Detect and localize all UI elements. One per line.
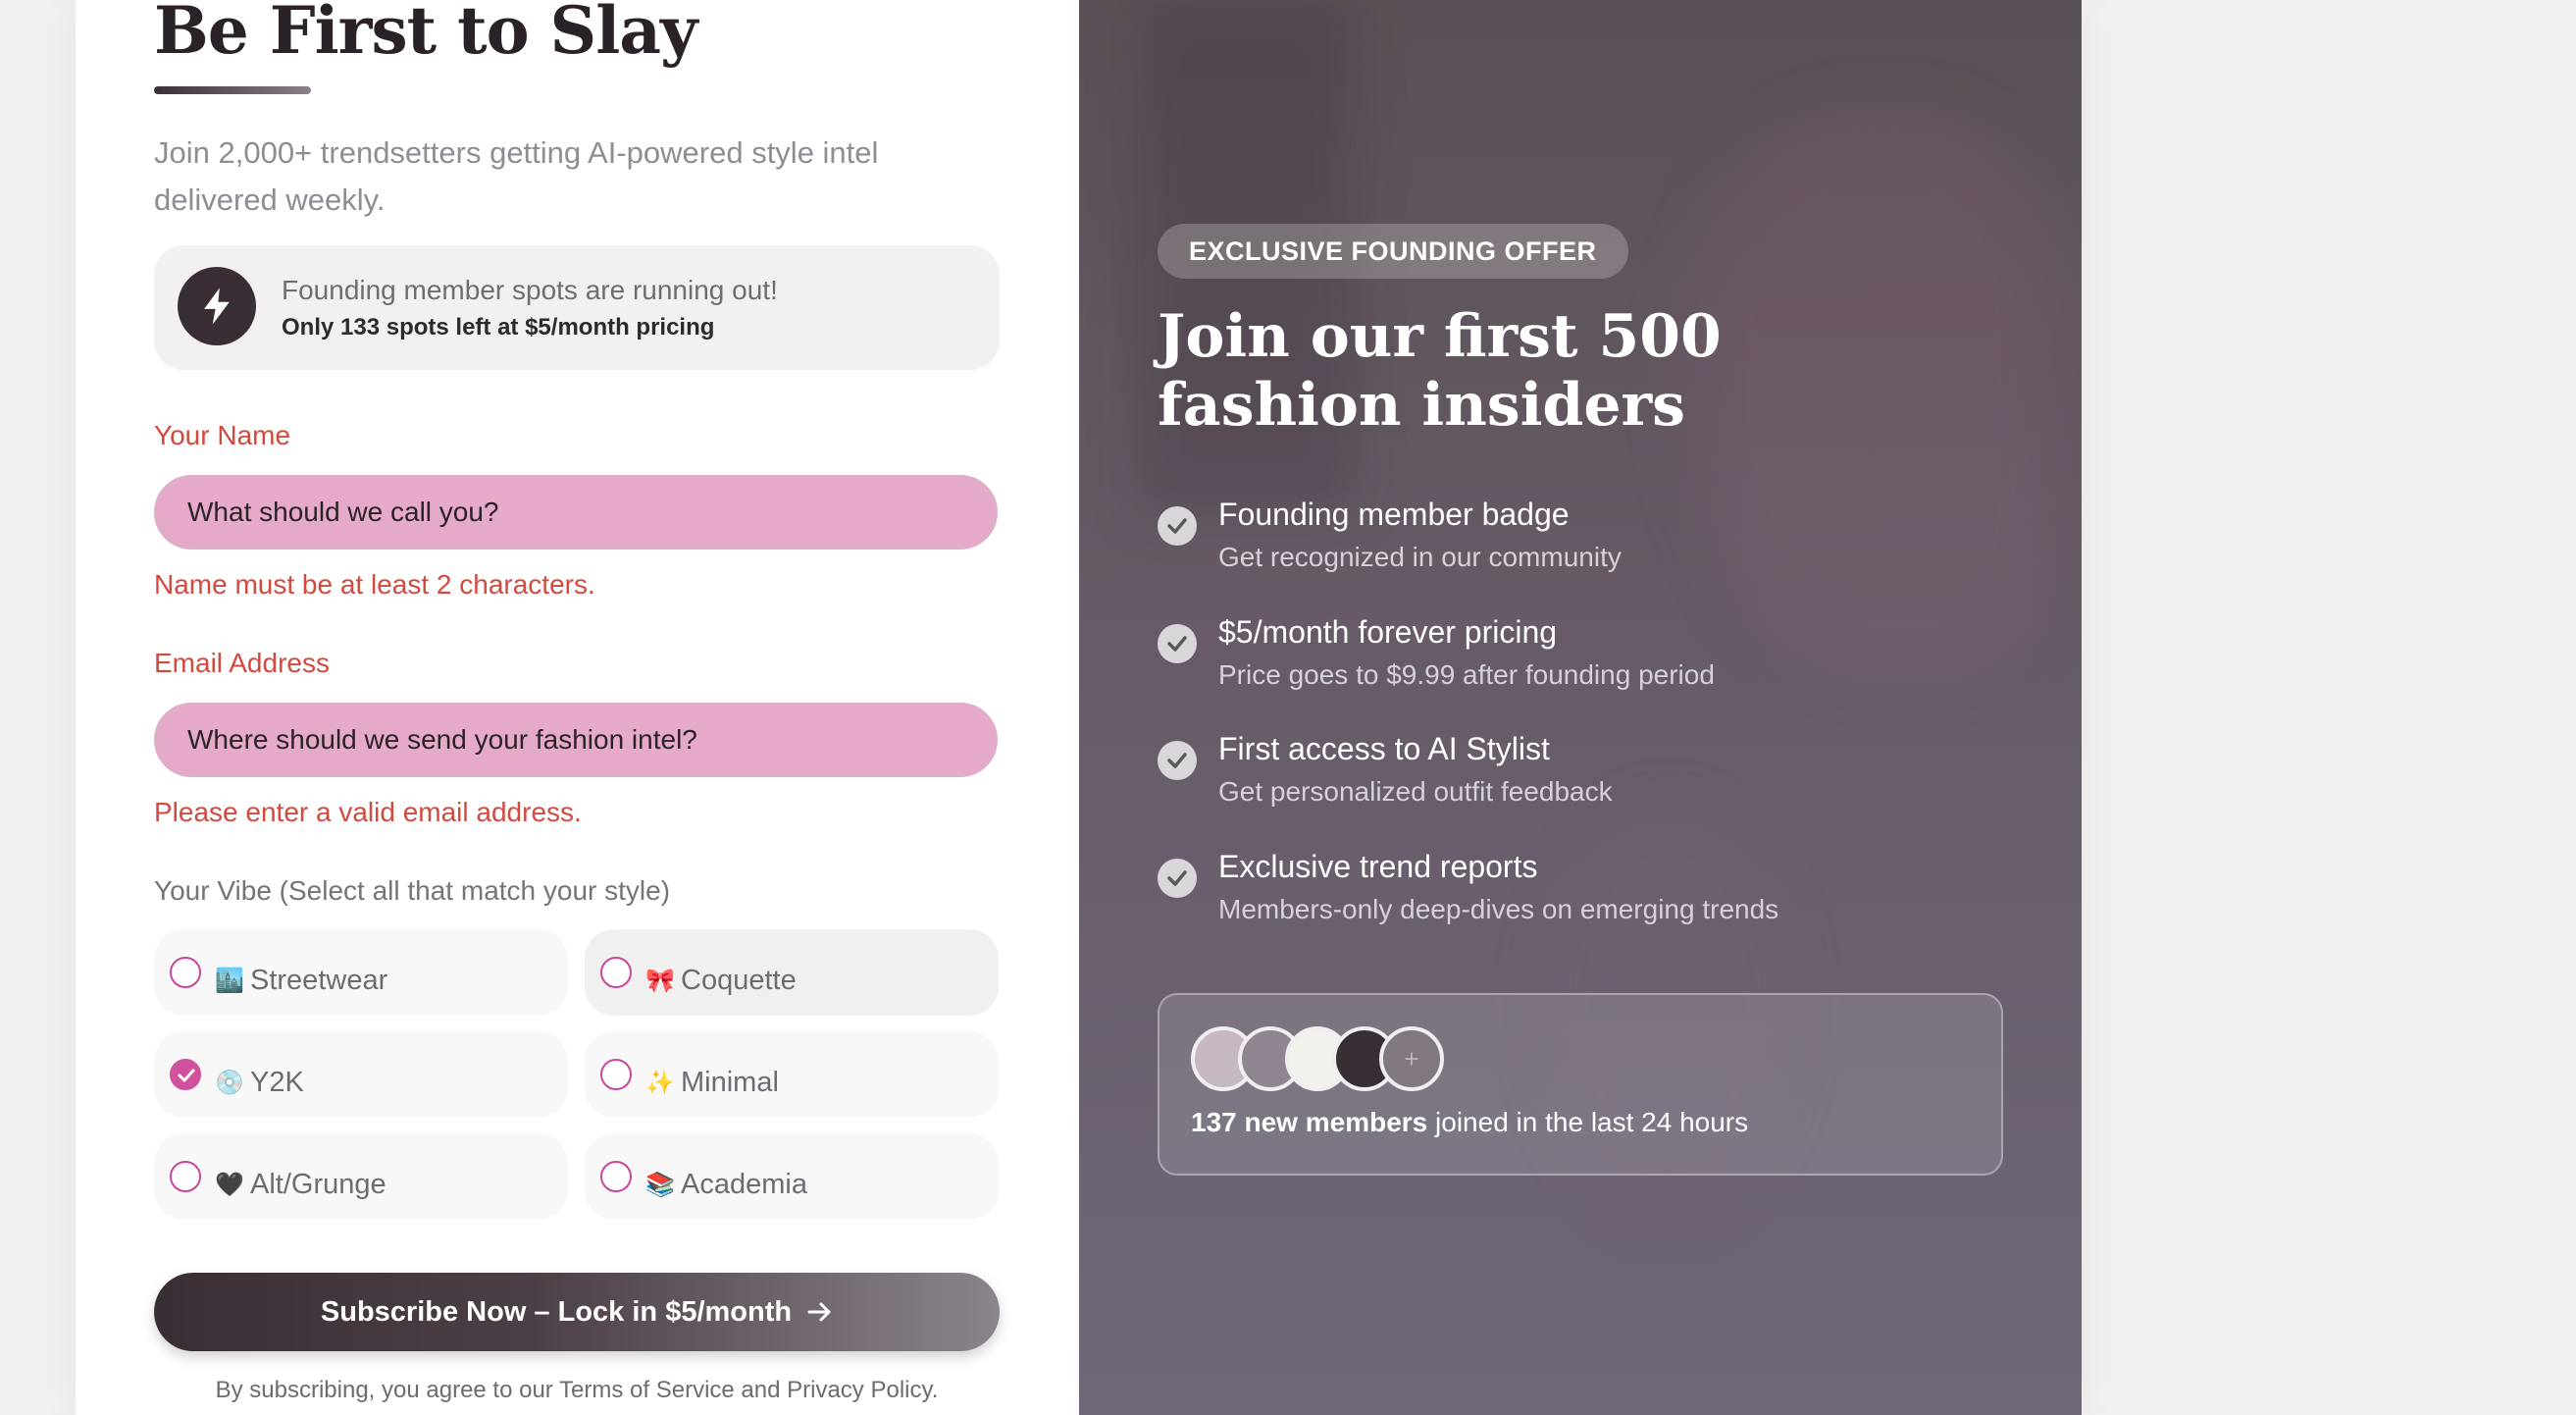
black-heart-icon: 🖤 [215, 1172, 244, 1198]
members-count: 137 new members [1191, 1107, 1428, 1137]
offer-badge: EXCLUSIVE FOUNDING OFFER [1158, 224, 1628, 279]
vibe-option-label: Minimal [681, 1067, 779, 1098]
vibe-checkbox[interactable] [600, 957, 632, 988]
offer-panel: EXCLUSIVE FOUNDING OFFER Join our first … [1079, 0, 2082, 1415]
vibe-checkbox[interactable] [600, 1059, 632, 1090]
alert-detail: Only 133 spots left at $5/month pricing [282, 314, 715, 341]
vibe-option-label: Alt/Grunge [250, 1169, 386, 1200]
benefit-description: Get personalized outfit feedback [1218, 776, 1613, 807]
benefit-description: Price goes to $9.99 after founding perio… [1218, 659, 1715, 690]
more-avatars-icon: + [1379, 1026, 1444, 1091]
name-error: Name must be at least 2 characters. [154, 569, 595, 600]
benefit-item: Founding member badge Get recognized in … [1158, 497, 2021, 595]
sparkles-icon: ✨ [645, 1070, 675, 1096]
email-label: Email Address [154, 648, 330, 678]
cityscape-icon: 🏙️ [215, 968, 244, 994]
check-icon [178, 1069, 195, 1082]
vibe-option-minimal[interactable]: ✨ Minimal [585, 1031, 999, 1118]
vibe-checkbox-checked[interactable] [170, 1059, 201, 1090]
lightning-icon [178, 267, 256, 345]
name-label: Your Name [154, 420, 291, 450]
benefit-description: Get recognized in our community [1218, 542, 1622, 572]
offer-headline: Join our first 500 fashion insiders [1158, 302, 1722, 440]
check-circle-icon [1158, 624, 1197, 663]
vibe-option-streetwear[interactable]: 🏙️ Streetwear [154, 929, 568, 1016]
members-joined-suffix: joined in the last 24 hours [1427, 1107, 1749, 1137]
terms-text: By subscribing, you agree to our Terms o… [215, 1377, 939, 1403]
vibe-option-coquette[interactable]: 🎀 Coquette [585, 929, 999, 1016]
vibe-checkbox[interactable] [600, 1161, 632, 1192]
name-input[interactable] [154, 475, 998, 550]
benefit-title: First access to AI Stylist [1218, 731, 1550, 766]
benefit-item: $5/month forever pricing Price goes to $… [1158, 614, 2021, 712]
email-error: Please enter a valid email address. [154, 797, 582, 827]
benefit-description: Members-only deep-dives on emerging tren… [1218, 894, 1779, 924]
check-circle-icon [1158, 859, 1197, 898]
benefit-title: Founding member badge [1218, 497, 1570, 532]
vibe-option-label: Coquette [681, 965, 797, 996]
benefit-item: Exclusive trend reports Members-only dee… [1158, 849, 2021, 947]
email-input[interactable] [154, 703, 998, 777]
vibe-option-label: Y2K [250, 1067, 304, 1098]
signup-card: Be First to Slay Join 2,000+ trendsetter… [76, 0, 2082, 1415]
check-circle-icon [1158, 741, 1197, 780]
page-title: Be First to Slay [154, 0, 697, 69]
subscribe-button[interactable]: Subscribe Now – Lock in $5/month [154, 1273, 1000, 1351]
ribbon-icon: 🎀 [645, 968, 675, 994]
vibe-option-academia[interactable]: 📚 Academia [585, 1133, 999, 1220]
recent-members-card: + 137 new members joined in the last 24 … [1158, 993, 2003, 1176]
signup-form-panel: Be First to Slay Join 2,000+ trendsetter… [76, 0, 1079, 1415]
benefit-title: $5/month forever pricing [1218, 614, 1558, 650]
arrow-right-icon [807, 1302, 831, 1322]
alert-headline: Founding member spots are running out! [282, 275, 778, 305]
vibe-option-y2k[interactable]: 💿 Y2K [154, 1031, 568, 1118]
vibe-option-label: Streetwear [250, 965, 388, 996]
vibe-checkbox[interactable] [170, 957, 201, 988]
vibe-option-alt-grunge[interactable]: 🖤 Alt/Grunge [154, 1133, 568, 1220]
vibe-option-label: Academia [681, 1169, 807, 1200]
vibe-checkbox[interactable] [170, 1161, 201, 1192]
title-underline [154, 86, 311, 94]
benefit-item: First access to AI Stylist Get personali… [1158, 731, 2021, 829]
vibe-label: Your Vibe (Select all that match your st… [154, 875, 671, 906]
disc-icon: 💿 [215, 1070, 244, 1096]
books-icon: 📚 [645, 1172, 675, 1198]
scarcity-alert: Founding member spots are running out! O… [154, 245, 1000, 370]
subscribe-button-label: Subscribe Now – Lock in $5/month [320, 1295, 793, 1328]
page-subtitle: Join 2,000+ trendsetters getting AI-powe… [154, 135, 879, 217]
members-joined-text: 137 new members joined in the last 24 ho… [1191, 1107, 1748, 1138]
benefit-title: Exclusive trend reports [1218, 849, 1538, 884]
check-circle-icon [1158, 506, 1197, 546]
